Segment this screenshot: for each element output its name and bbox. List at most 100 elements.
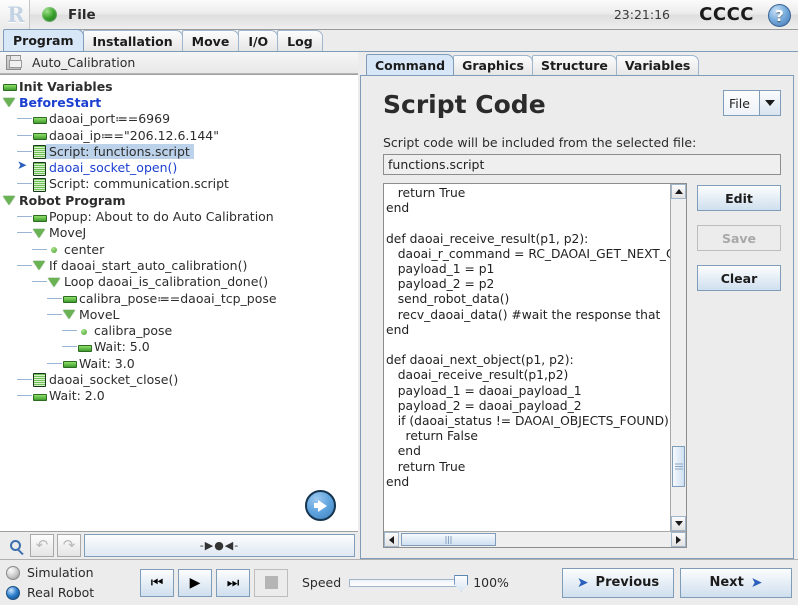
subtab-label: Variables	[624, 58, 691, 73]
code-editor-row: return True end def daoai_receive_result…	[383, 183, 781, 548]
tab-i-o[interactable]: I/O	[238, 30, 279, 51]
undo-icon[interactable]: ↶	[30, 534, 54, 557]
tree-connector	[62, 330, 77, 332]
file-menu[interactable]: File	[68, 7, 96, 23]
scroll-left-icon[interactable]	[384, 532, 399, 547]
tree-node[interactable]: daoai_ip≔="206.12.6.144"	[2, 127, 358, 143]
subtab-command[interactable]: Command	[366, 54, 455, 75]
tree-node[interactable]: Loop daoai_is_calibration_done()	[2, 274, 358, 290]
tree-node[interactable]: MoveL	[2, 306, 358, 322]
speed-slider-handle[interactable]	[454, 574, 469, 592]
tree-node-label: Loop daoai_is_calibration_done()	[64, 274, 269, 290]
code-vertical-scrollbar[interactable]	[670, 184, 686, 531]
code-text[interactable]: return True end def daoai_receive_result…	[384, 184, 670, 531]
tree-node[interactable]: If daoai_start_auto_calibration()	[2, 257, 358, 273]
main-tab-bar: Program Installation Move I/O Log	[0, 29, 798, 52]
edit-button[interactable]: Edit	[697, 185, 781, 211]
radio-on-icon	[6, 585, 20, 600]
program-tree: Init Variables BeforeStart daoai_port≔=696…	[0, 75, 358, 404]
speed-slider[interactable]	[349, 574, 469, 592]
position-slider[interactable]: -▶●◀-	[84, 534, 355, 557]
step-button[interactable]: ⏭	[216, 568, 250, 597]
tri-node-icon	[62, 307, 76, 321]
mode-select[interactable]: File	[723, 90, 781, 116]
tree-node[interactable]: BeforeStart	[2, 94, 358, 110]
previous-button[interactable]: ➤ Previous	[562, 567, 674, 598]
tree-connector	[17, 150, 32, 152]
vscroll-track[interactable]	[671, 199, 686, 516]
tree-node-label: center	[64, 241, 105, 257]
sub-tab-bar: Command Graphics Structure Variables	[360, 54, 794, 75]
tab-log[interactable]: Log	[277, 30, 323, 51]
tree-node[interactable]: daoai_port≔=6969	[2, 111, 358, 127]
play-button[interactable]: ▶	[178, 568, 212, 597]
tree-node[interactable]: Popup: About to do Auto Calibration	[2, 208, 358, 224]
vscroll-thumb[interactable]	[672, 446, 685, 488]
hscroll-thumb[interactable]	[401, 533, 496, 546]
current-step-arrow-icon	[17, 158, 32, 175]
tree-node[interactable]: Script: functions.script	[2, 143, 358, 160]
play-icon: ▶	[189, 574, 201, 591]
tree-connector	[47, 297, 62, 299]
code-editor[interactable]: return True end def daoai_receive_result…	[383, 183, 687, 548]
real-robot-label: Real Robot	[27, 585, 95, 600]
tree-node[interactable]: Init Variables	[2, 78, 358, 94]
tri-node-icon	[2, 193, 16, 207]
tree-node-label: Script: functions.script	[46, 143, 194, 159]
tree-node[interactable]: MoveJ	[2, 225, 358, 241]
title-bar: R File 23:21:16 CCCC ?	[0, 0, 798, 30]
tree-node[interactable]: Wait: 2.0	[2, 388, 358, 404]
scroll-up-icon[interactable]	[671, 184, 686, 199]
arrow-left-icon: ➤	[576, 574, 589, 591]
panel-header: Script Code File	[383, 86, 781, 119]
file-orb-icon	[42, 7, 57, 22]
bar-node-icon	[32, 128, 47, 142]
tree-node[interactable]: Wait: 5.0	[2, 339, 358, 355]
tree-connector	[32, 281, 47, 283]
page-title: Script Code	[383, 90, 546, 119]
real-robot-radio[interactable]: Real Robot	[6, 583, 136, 603]
tree-node[interactable]: Robot Program	[2, 192, 358, 208]
program-tree-container[interactable]: Init Variables BeforeStart daoai_port≔=696…	[0, 74, 358, 532]
help-icon[interactable]: ?	[768, 4, 791, 27]
scroll-right-icon[interactable]	[671, 532, 686, 547]
navigation-buttons: ➤ Previous Next ➤	[562, 567, 792, 598]
tab-move[interactable]: Move	[181, 30, 240, 51]
tree-node[interactable]: daoai_socket_open()	[2, 158, 358, 176]
tree-node-label: calibra_pose≔=daoai_tcp_pose	[79, 290, 277, 306]
arrow-right-icon	[314, 499, 327, 512]
tree-connector	[17, 183, 32, 185]
chevron-down-icon[interactable]	[759, 90, 781, 116]
search-icon[interactable]	[3, 534, 27, 557]
tree-node-label: MoveL	[79, 306, 120, 322]
tab-program[interactable]: Program	[3, 29, 84, 51]
tree-node[interactable]: calibra_pose≔=daoai_tcp_pose	[2, 290, 358, 306]
subtab-graphics[interactable]: Graphics	[453, 55, 533, 75]
arrow-right-icon: ➤	[750, 574, 763, 591]
tree-connector	[62, 346, 77, 348]
script-file-input[interactable]: functions.script	[383, 154, 781, 175]
application-window: R File 23:21:16 CCCC ? Program Installati…	[0, 0, 798, 605]
tree-node[interactable]: center	[2, 241, 358, 257]
tree-node[interactable]: Wait: 3.0	[2, 355, 358, 371]
tab-installation[interactable]: Installation	[82, 30, 183, 51]
tree-node[interactable]: Script: communication.script	[2, 176, 358, 192]
code-horizontal-scrollbar[interactable]	[384, 531, 686, 547]
next-button[interactable]: Next ➤	[680, 567, 792, 598]
goto-arrow-button[interactable]	[305, 490, 336, 521]
scroll-down-icon[interactable]	[671, 516, 686, 531]
subtab-structure[interactable]: Structure	[531, 55, 617, 75]
tree-node-label: Robot Program	[19, 192, 126, 208]
bar-node-icon	[62, 291, 77, 305]
simulation-radio[interactable]: Simulation	[6, 563, 136, 583]
redo-icon[interactable]: ↷	[57, 534, 81, 557]
speed-value: 100%	[473, 575, 509, 590]
tree-node[interactable]: daoai_socket_close()	[2, 371, 358, 388]
rewind-button[interactable]: ⏮	[140, 568, 174, 597]
clear-button[interactable]: Clear	[697, 265, 781, 291]
hscroll-track[interactable]	[399, 532, 671, 547]
subtab-variables[interactable]: Variables	[615, 55, 700, 75]
tree-node[interactable]: calibra_pose	[2, 322, 358, 338]
tree-connector	[17, 378, 32, 380]
save-file-icon[interactable]	[6, 55, 22, 70]
